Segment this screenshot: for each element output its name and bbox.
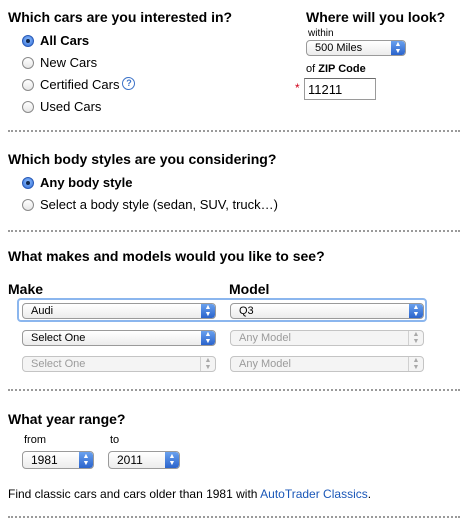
classic-cars-note: Find classic cars and cars older than 19…	[8, 487, 371, 501]
zip-code-input[interactable]	[304, 78, 376, 100]
model-column-header: Model	[229, 281, 270, 297]
chevron-updown-icon: ▲ ▼	[165, 452, 179, 468]
model-value: Any Model	[239, 358, 291, 370]
chevron-updown-icon: ▲ ▼	[201, 331, 215, 345]
divider	[8, 230, 460, 232]
body-question-heading: Which body styles are you considering?	[8, 151, 277, 167]
distance-value: 500 Miles	[315, 42, 363, 54]
footer-period: .	[367, 487, 372, 501]
radio-any-body-style[interactable]: Any body style	[22, 175, 132, 190]
chevron-updown-icon: ▲ ▼	[200, 357, 215, 371]
year-to-select[interactable]: 2011 ▲ ▼	[108, 451, 180, 469]
make-value: Select One	[31, 332, 86, 344]
radio-label: Certified Cars	[40, 77, 120, 92]
chevron-updown-icon: ▲ ▼	[408, 331, 423, 345]
radio-certified-cars[interactable]: Certified Cars ?	[22, 76, 136, 92]
chevron-updown-icon: ▲ ▼	[79, 452, 93, 468]
footer-text: Find classic cars and cars older than 19…	[8, 487, 261, 501]
required-asterisk: *	[295, 81, 300, 95]
divider	[8, 130, 460, 132]
radio-new-cars[interactable]: New Cars	[22, 55, 97, 70]
chevron-updown-icon: ▲ ▼	[408, 357, 423, 371]
model-select-1[interactable]: Q3 ▲ ▼	[230, 303, 424, 319]
radio-button[interactable]	[22, 78, 34, 91]
zip-prefix: of	[306, 63, 316, 75]
model-select-3: Any Model ▲ ▼	[230, 356, 424, 372]
make-column-header: Make	[8, 281, 44, 297]
radio-button[interactable]	[22, 198, 34, 211]
cars-question-heading: Which cars are you interested in?	[8, 9, 233, 25]
make-value: Audi	[31, 305, 54, 317]
radio-label: New Cars	[40, 55, 98, 70]
year-from-select[interactable]: 1981 ▲ ▼	[22, 451, 94, 469]
radio-button[interactable]	[22, 176, 34, 189]
radio-label: All Cars	[40, 33, 90, 48]
chevron-updown-icon: ▲ ▼	[409, 304, 423, 318]
from-label: from	[24, 434, 46, 446]
radio-button[interactable]	[22, 56, 34, 69]
year-from-value: 1981	[31, 453, 58, 467]
chevron-updown-icon: ▲ ▼	[391, 41, 405, 55]
radio-button[interactable]	[22, 100, 34, 113]
model-value: Q3	[239, 305, 254, 317]
location-heading: Where will you look?	[306, 9, 446, 25]
radio-label: Select a body style (sedan, SUV, truck…)	[40, 197, 278, 212]
radio-all-cars[interactable]: All Cars	[22, 33, 89, 48]
within-label: within	[308, 28, 334, 39]
model-value: Any Model	[239, 332, 291, 344]
make-value: Select One	[31, 358, 86, 370]
make-select-2[interactable]: Select One ▲ ▼	[22, 330, 216, 346]
makes-question-heading: What makes and models would you like to …	[8, 248, 325, 264]
year-question-heading: What year range?	[8, 411, 126, 427]
radio-select-body-style[interactable]: Select a body style (sedan, SUV, truck…)	[22, 197, 278, 212]
help-icon[interactable]: ?	[122, 76, 136, 90]
distance-select[interactable]: 500 Miles ▲ ▼	[306, 40, 406, 56]
radio-label: Used Cars	[40, 99, 102, 114]
radio-button[interactable]	[22, 34, 34, 47]
to-label: to	[110, 434, 120, 446]
divider	[8, 516, 460, 518]
make-select-3: Select One ▲ ▼	[22, 356, 216, 372]
divider	[8, 389, 460, 391]
radio-label: Any body style	[40, 175, 133, 190]
zip-label-text: ZIP Code	[318, 63, 366, 75]
year-to-value: 2011	[117, 453, 143, 467]
chevron-updown-icon: ▲ ▼	[201, 304, 215, 318]
autotrader-classics-link[interactable]: AutoTrader Classics	[260, 487, 368, 501]
make-select-1[interactable]: Audi ▲ ▼	[22, 303, 216, 319]
model-select-2: Any Model ▲ ▼	[230, 330, 424, 346]
radio-used-cars[interactable]: Used Cars	[22, 99, 101, 114]
zip-label: of ZIP Code	[306, 63, 366, 75]
